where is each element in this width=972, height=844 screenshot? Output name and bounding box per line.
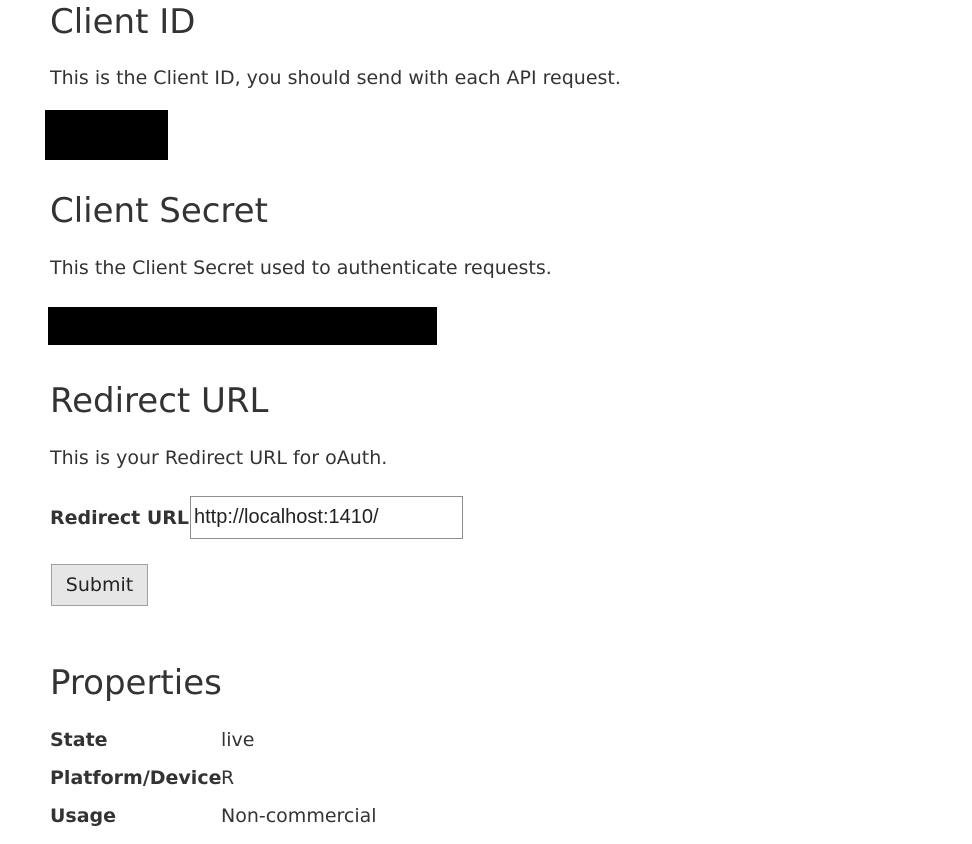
submit-button[interactable]: Submit [51, 564, 148, 606]
redirect-url-heading: Redirect URL [50, 381, 269, 421]
property-label: Usage [50, 805, 117, 827]
client-secret-description: This the Client Secret used to authentic… [50, 257, 552, 279]
client-id-description: This is the Client ID, you should send w… [50, 67, 621, 89]
redirect-url-description: This is your Redirect URL for oAuth. [50, 447, 388, 469]
client-id-redacted-value [45, 110, 168, 160]
property-label: State [50, 729, 108, 751]
client-id-heading: Client ID [50, 2, 196, 42]
property-value: Non-commercial [221, 805, 377, 827]
property-value: live [221, 729, 255, 751]
properties-heading: Properties [50, 663, 222, 703]
client-secret-heading: Client Secret [50, 191, 268, 231]
redirect-url-input[interactable] [190, 496, 463, 539]
property-value: R [221, 767, 235, 789]
property-label: Platform/Device [50, 767, 222, 789]
redirect-url-label: Redirect URL [50, 507, 190, 529]
client-secret-redacted-value [48, 307, 437, 345]
app-details-page: Client ID This is the Client ID, you sho… [0, 0, 972, 844]
